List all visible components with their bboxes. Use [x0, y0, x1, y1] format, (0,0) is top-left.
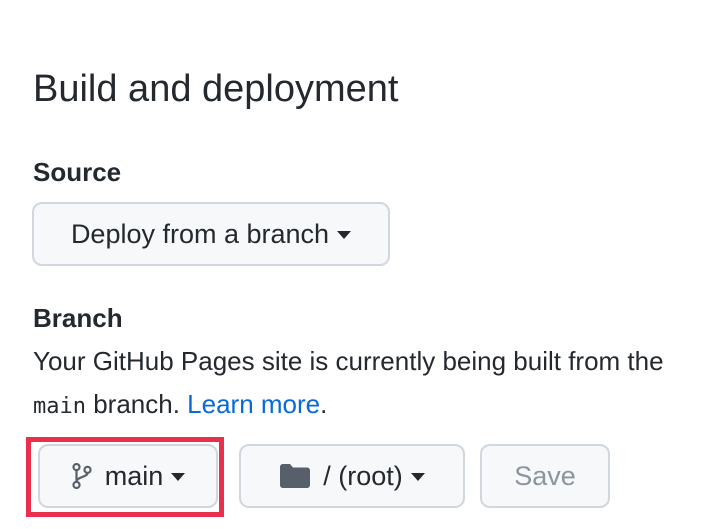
- source-label: Source: [33, 157, 122, 187]
- branch-select-value: main: [104, 460, 164, 491]
- folder-icon: [279, 463, 311, 489]
- folder-select-button[interactable]: / (root): [239, 444, 465, 508]
- source-dropdown-value: Deploy from a branch: [70, 218, 330, 249]
- source-dropdown-button[interactable]: Deploy from a branch: [32, 202, 390, 266]
- caret-down-icon: [171, 473, 186, 481]
- page-title: Build and deployment: [33, 68, 399, 110]
- branch-select-button[interactable]: main: [38, 444, 218, 508]
- save-button[interactable]: Save: [480, 444, 610, 508]
- description-suffix: branch.: [85, 389, 188, 419]
- caret-down-icon: [337, 231, 352, 239]
- learn-more-link[interactable]: Learn more: [187, 389, 320, 419]
- description-period: .: [320, 389, 328, 419]
- branch-label: Branch: [33, 303, 123, 333]
- folder-select-value: / (root): [323, 460, 403, 491]
- description-prefix: Your GitHub Pages site is currently bein…: [33, 346, 664, 376]
- git-branch-icon: [71, 462, 93, 490]
- caret-down-icon: [410, 473, 425, 481]
- branch-name-code: main: [33, 394, 86, 419]
- branch-description: Your GitHub Pages site is currently bein…: [33, 340, 703, 428]
